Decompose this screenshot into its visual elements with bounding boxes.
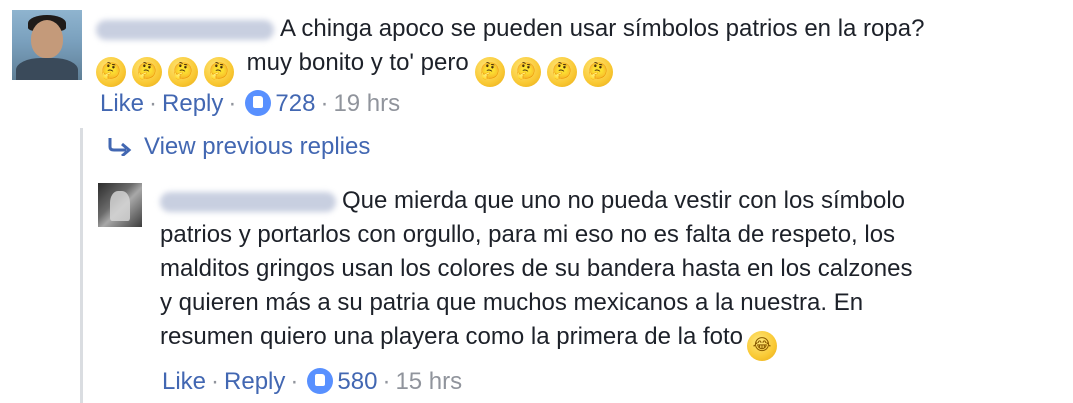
separator-dot: · [320,90,329,117]
reply-link[interactable]: Reply [224,368,285,395]
reply-line-2: patrios y portarlos con orgullo, para mi… [160,221,896,248]
comment-thread: A chinga apoco se pueden usar símbolos p… [0,0,1073,403]
thinking-face-emoji: 🤔 [168,57,198,87]
reply-thread-line [80,128,83,403]
avatar-shirt [16,58,78,80]
comment-line-1: A chinga apoco se pueden usar símbolos p… [96,12,924,46]
separator-dot: · [228,90,237,117]
like-thumb-icon[interactable] [307,368,334,394]
reply-timestamp[interactable]: 15 hrs [395,368,462,395]
thinking-face-emoji: 🤔 [475,57,506,87]
comment-actions: Like · Reply · 728 · 19 hrs [100,89,400,119]
view-previous-replies-link[interactable]: View previous replies [106,132,370,162]
avatar-face [31,20,63,58]
like-link[interactable]: Like [162,368,206,395]
thinking-face-emoji: 🤔 [583,57,614,87]
separator-dot: · [290,368,299,395]
like-link[interactable]: Like [100,90,144,117]
replier-avatar[interactable] [98,183,142,227]
comment-body: A chinga apoco se pueden usar símbolos p… [96,12,924,87]
reply-body: Que mierda que uno no pueda vestir con l… [160,184,912,361]
comment-line-2: 🤔 🤔 🤔 🤔 muy bonito y to' pero 🤔 🤔 🤔 🤔 [96,46,924,87]
separator-dot: · [211,368,220,395]
reply-line-4: y quieren más a su patria que muchos mex… [160,289,864,316]
reply-actions: Like · Reply · 580 · 15 hrs [162,367,462,397]
reply-line-1: Que mierda que uno no pueda vestir con l… [160,184,912,218]
reply-line-5: resumen quiero una playera como la prime… [160,320,912,361]
reply-link[interactable]: Reply [162,90,223,117]
separator-dot: · [382,368,391,395]
thinking-face-emoji: 🤔 [96,57,126,87]
reply-text-5: resumen quiero una playera como la prime… [160,323,743,350]
replier-name-blurred[interactable] [160,191,336,212]
comment-timestamp[interactable]: 19 hrs [333,90,400,117]
reaction-count[interactable]: 728 [275,90,315,117]
reaction-count[interactable]: 580 [337,368,377,395]
thinking-face-emoji: 🤔 [511,57,542,87]
thinking-face-emoji: 🤔 [547,57,578,87]
thinking-face-emoji: 🤔 [204,57,234,87]
separator-dot: · [149,90,158,117]
reply-arrow-icon [108,138,132,156]
view-previous-label: View previous replies [144,133,371,160]
comment-text-2: muy bonito y to' pero [246,49,469,76]
tears-of-joy-emoji: 😂 [746,331,777,361]
reply-line-3: malditos gringos usan los colores de su … [160,255,913,282]
avatar-figure [110,191,130,221]
thinking-face-emoji: 🤔 [132,57,162,87]
reply-text-1: Que mierda que uno no pueda vestir con l… [342,187,906,214]
comment-text-1: A chinga apoco se pueden usar símbolos p… [280,15,925,42]
commenter-avatar[interactable] [12,10,82,80]
like-thumb-icon[interactable] [245,90,272,116]
commenter-name-blurred[interactable] [96,19,274,40]
